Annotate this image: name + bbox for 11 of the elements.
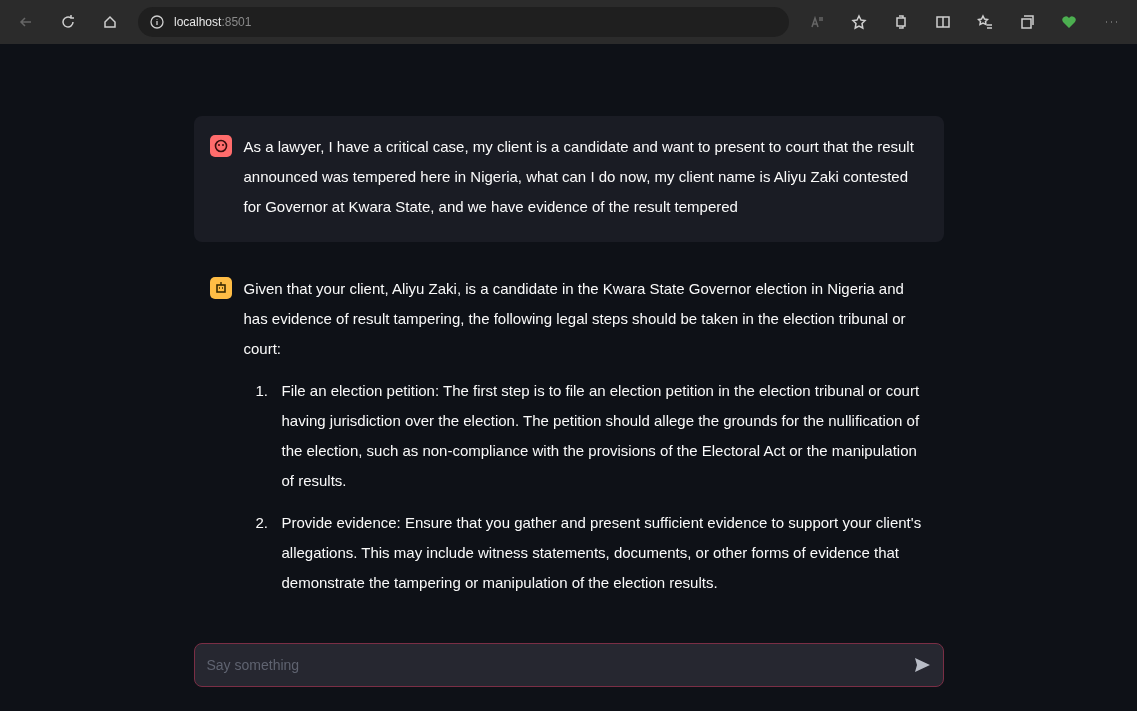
message-text: Given that your client, Aliyu Zaki, is a candidate in the Kwara State Governor election in Nigeria and has evidence of result tampering, the following legal steps should be taken in the election tribunal or court: bbox=[243, 279, 907, 359]
list-item-text: File an election petition: The first step is to file an election petition in the election tribunal or court having jurisdiction over the election. The petition should allege the grounds for the nullification of the election, such as non-compliance with the provisions of the Electoral Act or the manipulation of results. bbox=[281, 381, 921, 491]
user-avatar-icon bbox=[209, 135, 232, 157]
info-icon bbox=[150, 15, 164, 29]
list-item-text: Provide evidence: Ensure that you gather and present sufficient evidence to support your client's allegations. This may include witness statements, documents, or other forms of evidence that demonstrate the tampering or manipulation of the election results. bbox=[281, 513, 923, 593]
list-number: 2. bbox=[255, 513, 269, 533]
message-text: As a lawyer, I have a critical case, my client is a candidate and want to present to court that the result announced was tempered here in Nigeria, what can I do now, my client name is Aliyu Zaki contested for Governor at Kwara State, and we have evidence of the result tempered bbox=[243, 137, 915, 217]
url-text: localhost:8501 bbox=[174, 15, 252, 29]
assistant-avatar-icon bbox=[209, 277, 232, 299]
list-number: 1. bbox=[255, 381, 269, 401]
address-bar[interactable]: localhost:8501 bbox=[138, 7, 789, 37]
